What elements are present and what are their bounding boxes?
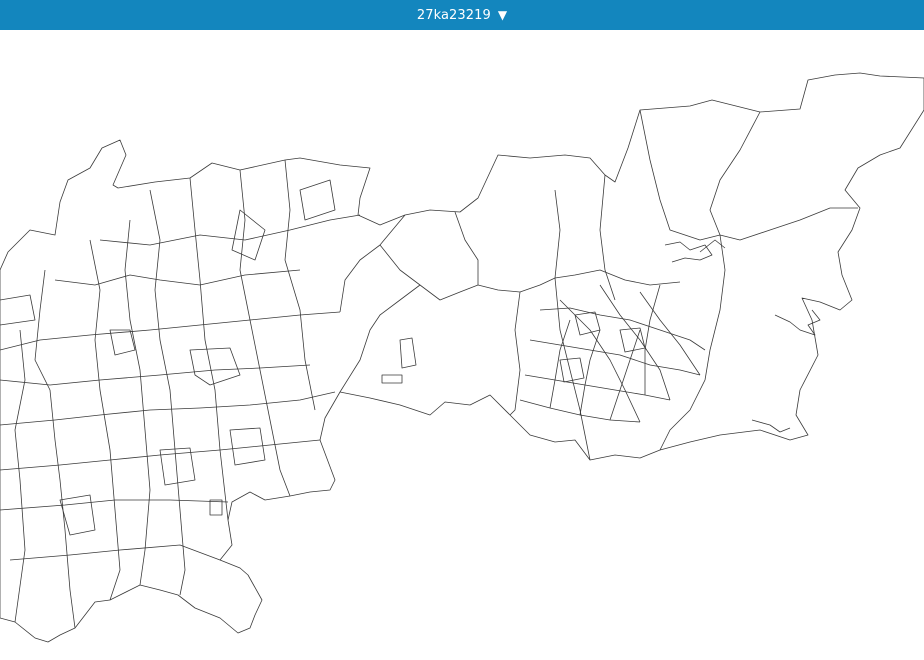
triangle-down-icon[interactable]: ▼ [498,9,507,21]
district-boundary [619,327,646,353]
district-boundary [99,214,361,246]
region-outline [0,72,924,643]
district-boundary [124,219,151,586]
district-boundary [609,329,641,421]
area-selector-header[interactable]: 27ka23219 ▼ [0,0,924,30]
district-boundary [284,159,316,411]
district-boundary [54,269,301,286]
district-boundary [574,311,601,336]
district-boundary [524,374,671,401]
district-boundary [34,269,76,629]
district-boundary [554,269,681,286]
district-boundary [599,284,671,401]
district-boundary [14,329,26,623]
district-boundary [0,391,336,426]
map-canvas[interactable] [0,30,924,660]
district-boundary [0,364,311,386]
district-boundary [599,174,616,301]
district-boundary [299,179,336,221]
boundary-map[interactable] [0,30,924,660]
district-boundary [209,499,223,516]
district-boundary [549,319,571,409]
district-boundary [381,374,403,384]
district-boundary [664,241,713,263]
area-code-title[interactable]: 27ka23219 [417,8,491,23]
district-boundary [9,544,221,561]
district-boundary [0,294,36,326]
district-boundary [149,189,186,596]
district-boundaries [0,72,924,643]
district-boundary [709,111,858,241]
district-boundary [399,337,417,369]
district-boundary [229,427,266,466]
district-boundary [189,347,241,386]
district-boundary [774,309,821,336]
district-boundary [639,109,721,241]
district-boundary [89,239,121,601]
district-boundary [379,244,556,301]
district-boundary [231,209,266,261]
district-boundary [539,307,706,351]
district-boundary [659,234,726,451]
district-boundary [0,439,321,471]
district-boundary [0,311,341,351]
district-boundary [559,299,641,423]
district-boundary [509,291,521,416]
district-boundary [109,329,136,356]
district-boundary [454,211,479,285]
